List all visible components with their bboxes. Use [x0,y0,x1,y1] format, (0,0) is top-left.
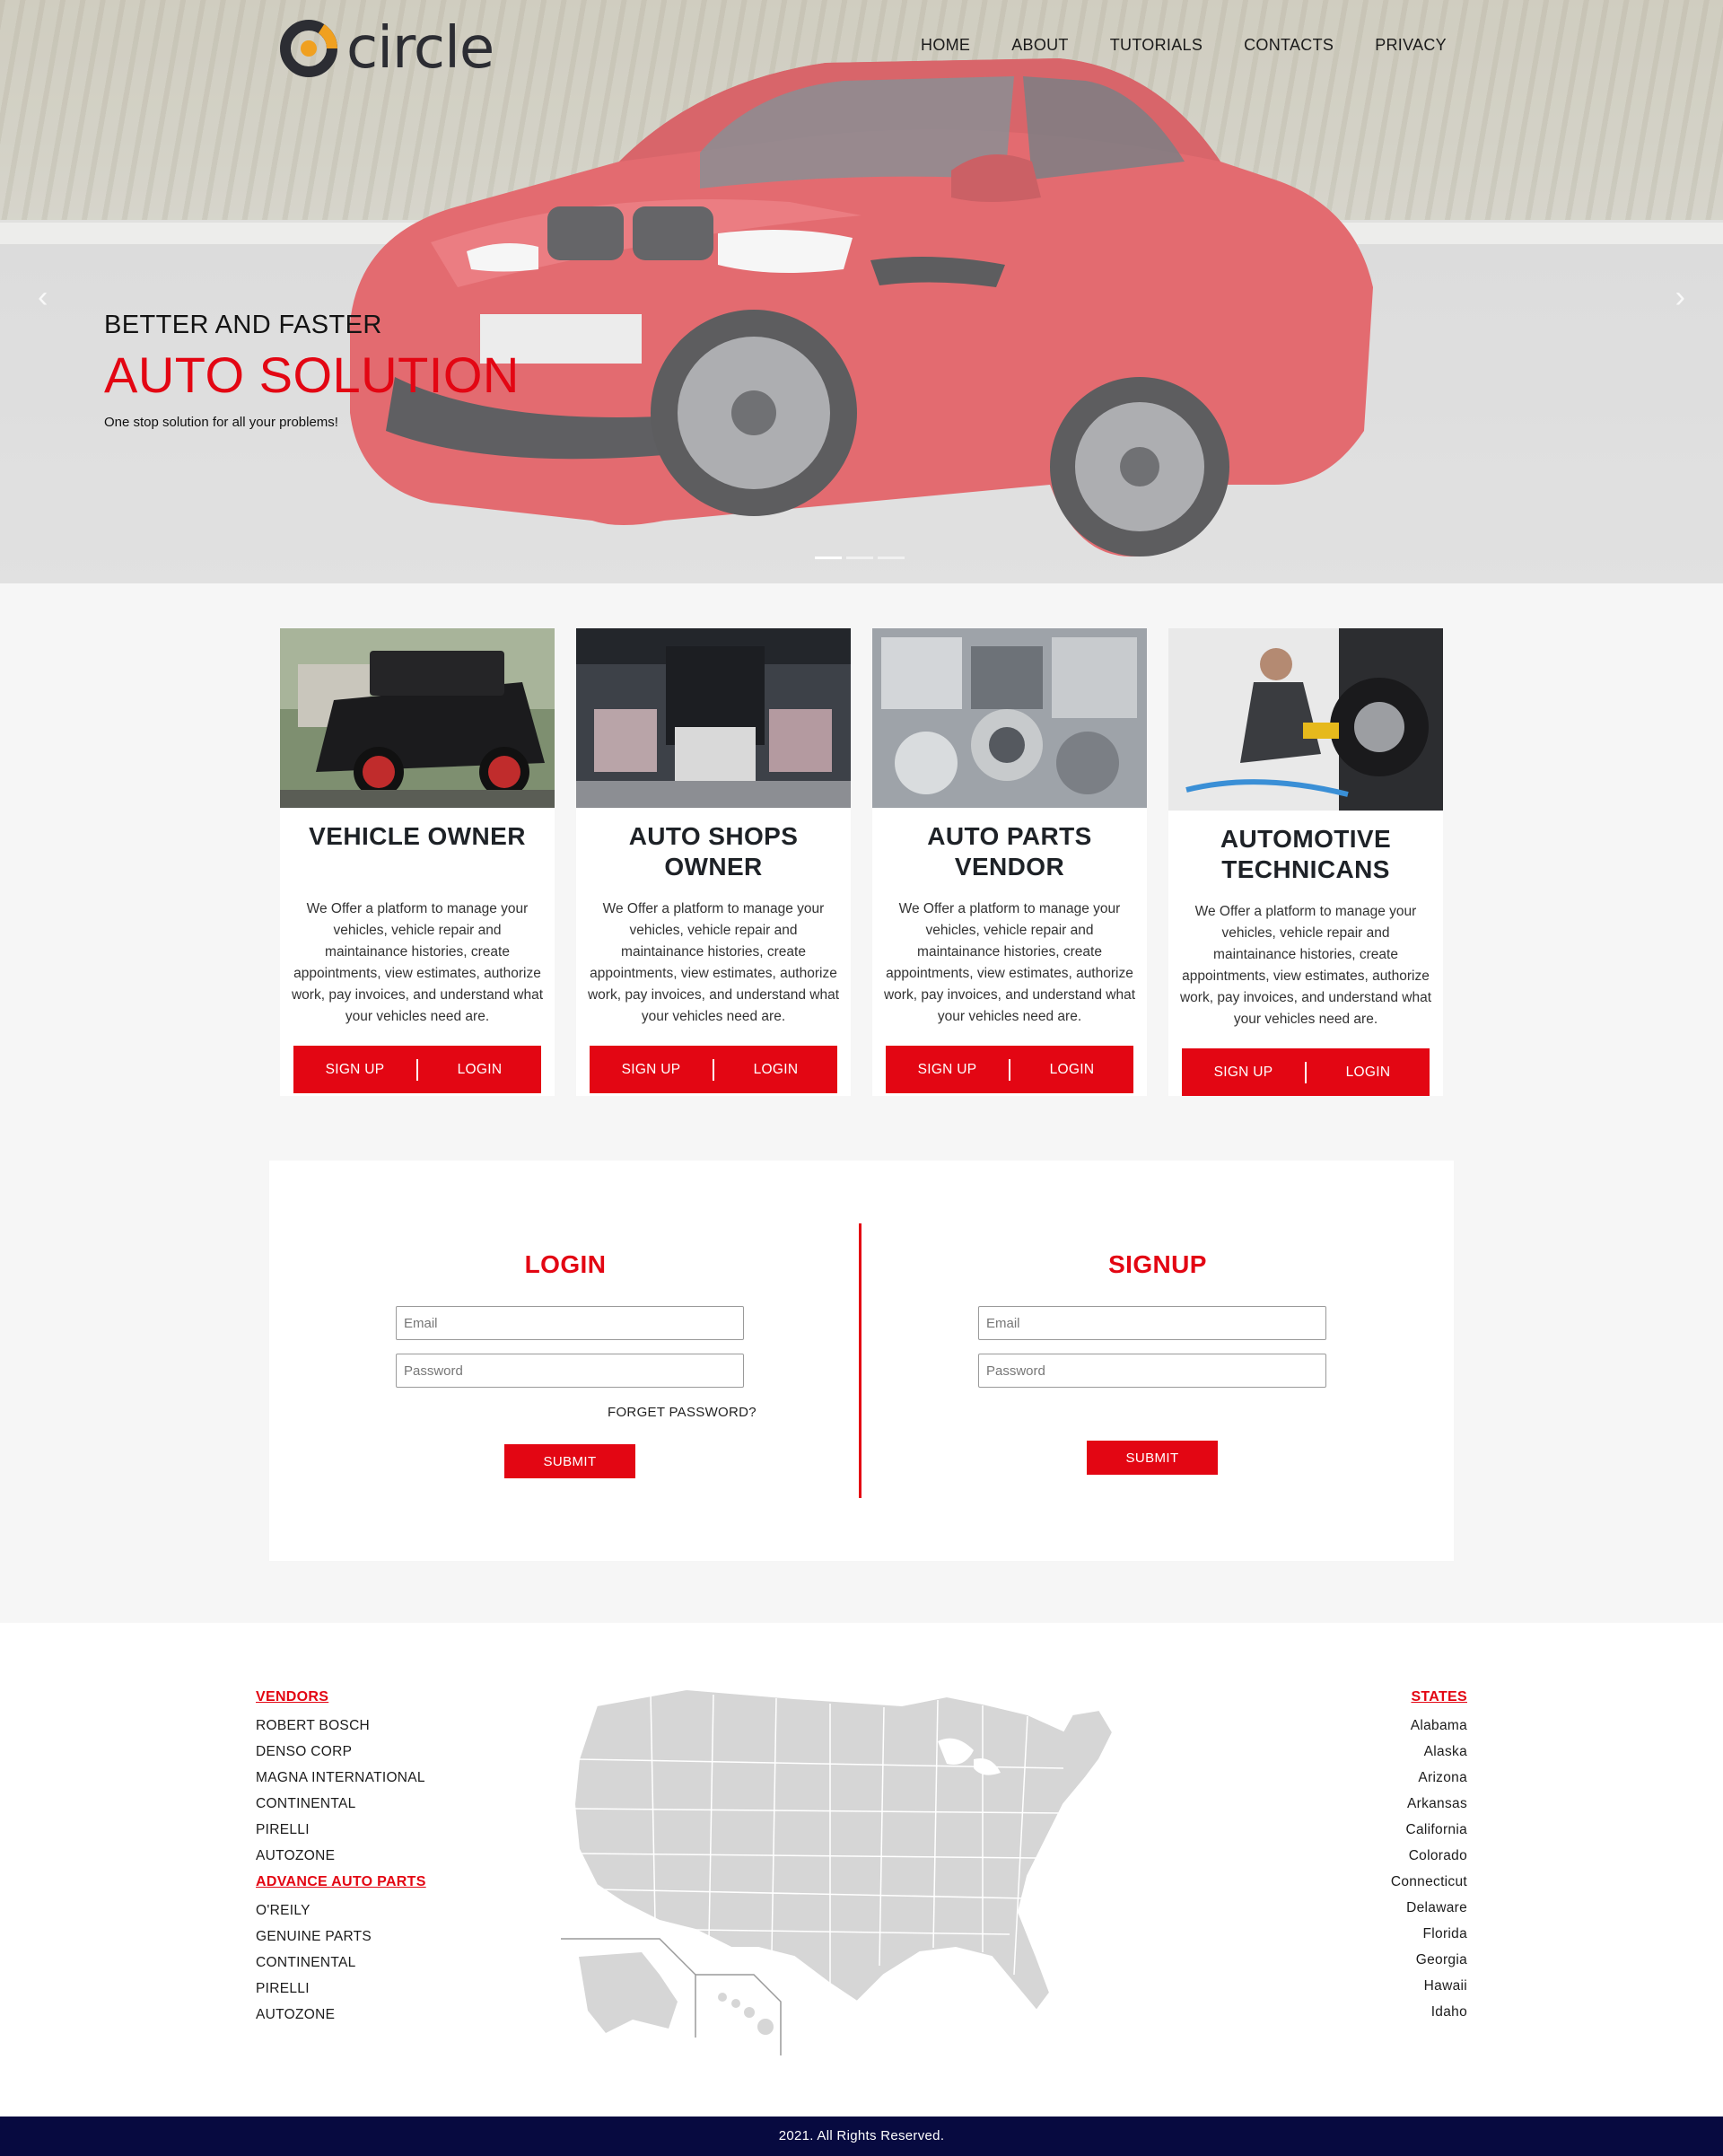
state-item[interactable]: Hawaii [1391,1973,1467,1999]
vendor-item[interactable]: PIRELLI [256,1976,426,2002]
footer-directory: VENDORS ROBERT BOSCH DENSO CORP MAGNA IN… [0,1623,1723,2117]
signup-button[interactable]: SIGN UP [1182,1048,1305,1096]
auto-shop-garage-image [576,628,851,808]
advance-list: O'REILY GENUINE PARTS CONTINENTAL PIRELL… [256,1897,426,2028]
login-button[interactable]: LOGIN [1307,1048,1430,1096]
state-item[interactable]: Georgia [1391,1947,1467,1973]
login-password-input[interactable] [396,1354,744,1388]
card-actions: SIGN UP LOGIN [886,1046,1133,1093]
signup-button[interactable]: SIGN UP [293,1046,416,1093]
signup-password-input[interactable] [978,1354,1326,1388]
advance-auto-parts-heading[interactable]: ADVANCE AUTO PARTS [256,1874,426,1890]
state-item[interactable]: Delaware [1391,1895,1467,1921]
card-actions: SIGN UP LOGIN [293,1046,541,1093]
card-title: AUTO PARTS VENDOR [927,822,1092,881]
vendor-item[interactable]: CONTINENTAL [256,1791,426,1817]
carousel-next-icon[interactable]: › [1675,280,1685,315]
states-heading[interactable]: STATES [1391,1689,1467,1705]
vendors-column: VENDORS ROBERT BOSCH DENSO CORP MAGNA IN… [256,1689,426,2028]
vendor-item[interactable]: ROBERT BOSCH [256,1713,426,1739]
forgot-password-link[interactable]: FORGET PASSWORD? [608,1405,757,1420]
card-title: VEHICLE OWNER [309,822,526,850]
states-list: Alabama Alaska Arizona Arkansas Californ… [1391,1713,1467,2025]
vintage-car-image [280,628,555,808]
card-title: AUTOMOTIVE TECHNICANS [1220,825,1392,883]
nav-tutorials[interactable]: TUTORIALS [1110,36,1203,55]
vendor-item[interactable]: GENUINE PARTS [256,1924,426,1950]
hero-kicker: BETTER AND FASTER [104,311,382,339]
site-header: circle HOME ABOUT TUTORIALS CONTACTS PRI… [0,0,1723,99]
card-vehicle-owner: VEHICLE OWNER We Offer a platform to man… [280,628,555,1096]
state-item[interactable]: Connecticut [1391,1869,1467,1895]
card-automotive-technicians: AUTOMOTIVE TECHNICANS We Offer a platfor… [1168,628,1443,1096]
vendor-item[interactable]: CONTINENTAL [256,1950,426,1976]
login-button[interactable]: LOGIN [1010,1046,1133,1093]
brand-logo[interactable]: circle [276,16,494,81]
login-email-input[interactable] [396,1306,744,1340]
card-auto-shops-owner: AUTO SHOPS OWNER We Offer a platform to … [576,628,851,1096]
vendor-item[interactable]: AUTOZONE [256,2002,426,2028]
usa-map[interactable] [561,1678,1144,2064]
carousel-indicator-1[interactable] [815,557,842,559]
state-item[interactable]: Alabama [1391,1713,1467,1739]
carousel-indicator-2[interactable] [846,557,873,559]
engine-parts-image [872,628,1147,808]
state-item[interactable]: Florida [1391,1921,1467,1947]
brand-name: circle [346,15,494,82]
hero-subtitle: One stop solution for all your problems! [104,415,338,430]
card-description: We Offer a platform to manage your vehic… [883,901,1136,1024]
state-item[interactable]: California [1391,1817,1467,1843]
vendor-item[interactable]: PIRELLI [256,1817,426,1843]
auth-panel: LOGIN FORGET PASSWORD? SUBMIT SIGNUP SUB… [269,1161,1454,1561]
vendor-item[interactable]: DENSO CORP [256,1739,426,1765]
nav-home[interactable]: HOME [921,36,970,55]
card-actions: SIGN UP LOGIN [1182,1048,1430,1096]
signup-email-input[interactable] [978,1306,1326,1340]
signup-submit-button[interactable]: SUBMIT [1087,1441,1218,1475]
nav-contacts[interactable]: CONTACTS [1244,36,1334,55]
vendor-item[interactable]: AUTOZONE [256,1843,426,1869]
signup-button[interactable]: SIGN UP [590,1046,713,1093]
state-item[interactable]: Alaska [1391,1739,1467,1765]
user-type-cards: VEHICLE OWNER We Offer a platform to man… [280,628,1723,1096]
card-auto-parts-vendor: AUTO PARTS VENDOR We Offer a platform to… [872,628,1147,1096]
state-item[interactable]: Colorado [1391,1843,1467,1869]
signup-button[interactable]: SIGN UP [886,1046,1009,1093]
copyright-bar: 2021. All Rights Reserved. [0,2117,1723,2156]
vendor-item[interactable]: O'REILY [256,1897,426,1924]
states-column: STATES Alabama Alaska Arizona Arkansas C… [1391,1689,1467,2025]
main-nav: HOME ABOUT TUTORIALS CONTACTS PRIVACY [921,36,1447,55]
carousel-indicators [815,557,905,559]
vendors-list: ROBERT BOSCH DENSO CORP MAGNA INTERNATIO… [256,1713,426,1869]
login-submit-button[interactable]: SUBMIT [504,1444,635,1478]
login-button[interactable]: LOGIN [714,1046,837,1093]
hero-text: BETTER AND FASTER AUTO SOLUTION One stop… [104,311,520,430]
hero-banner: circle HOME ABOUT TUTORIALS CONTACTS PRI… [0,0,1723,583]
vendors-heading[interactable]: VENDORS [256,1689,426,1705]
card-description: We Offer a platform to manage your vehic… [1179,904,1432,1027]
hero-title: AUTO SOLUTION [104,346,520,403]
carousel-indicator-3[interactable] [878,557,905,559]
card-description: We Offer a platform to manage your vehic… [291,901,544,1024]
card-title: AUTO SHOPS OWNER [628,822,799,881]
nav-privacy[interactable]: PRIVACY [1375,36,1447,55]
login-button[interactable]: LOGIN [418,1046,541,1093]
signup-title: SIGNUP [1108,1250,1207,1278]
technician-tire-image [1168,628,1443,811]
state-item[interactable]: Arizona [1391,1765,1467,1791]
vendor-item[interactable]: MAGNA INTERNATIONAL [256,1765,426,1791]
login-form: LOGIN FORGET PASSWORD? SUBMIT [269,1161,862,1561]
login-title: LOGIN [524,1250,607,1278]
state-item[interactable]: Idaho [1391,1999,1467,2025]
state-item[interactable]: Arkansas [1391,1791,1467,1817]
signup-form: SIGNUP SUBMIT [862,1161,1454,1561]
circle-logo-icon [280,20,338,77]
carousel-prev-icon[interactable]: ‹ [38,280,48,315]
nav-about[interactable]: ABOUT [1011,36,1069,55]
card-actions: SIGN UP LOGIN [590,1046,837,1093]
card-description: We Offer a platform to manage your vehic… [587,901,840,1024]
